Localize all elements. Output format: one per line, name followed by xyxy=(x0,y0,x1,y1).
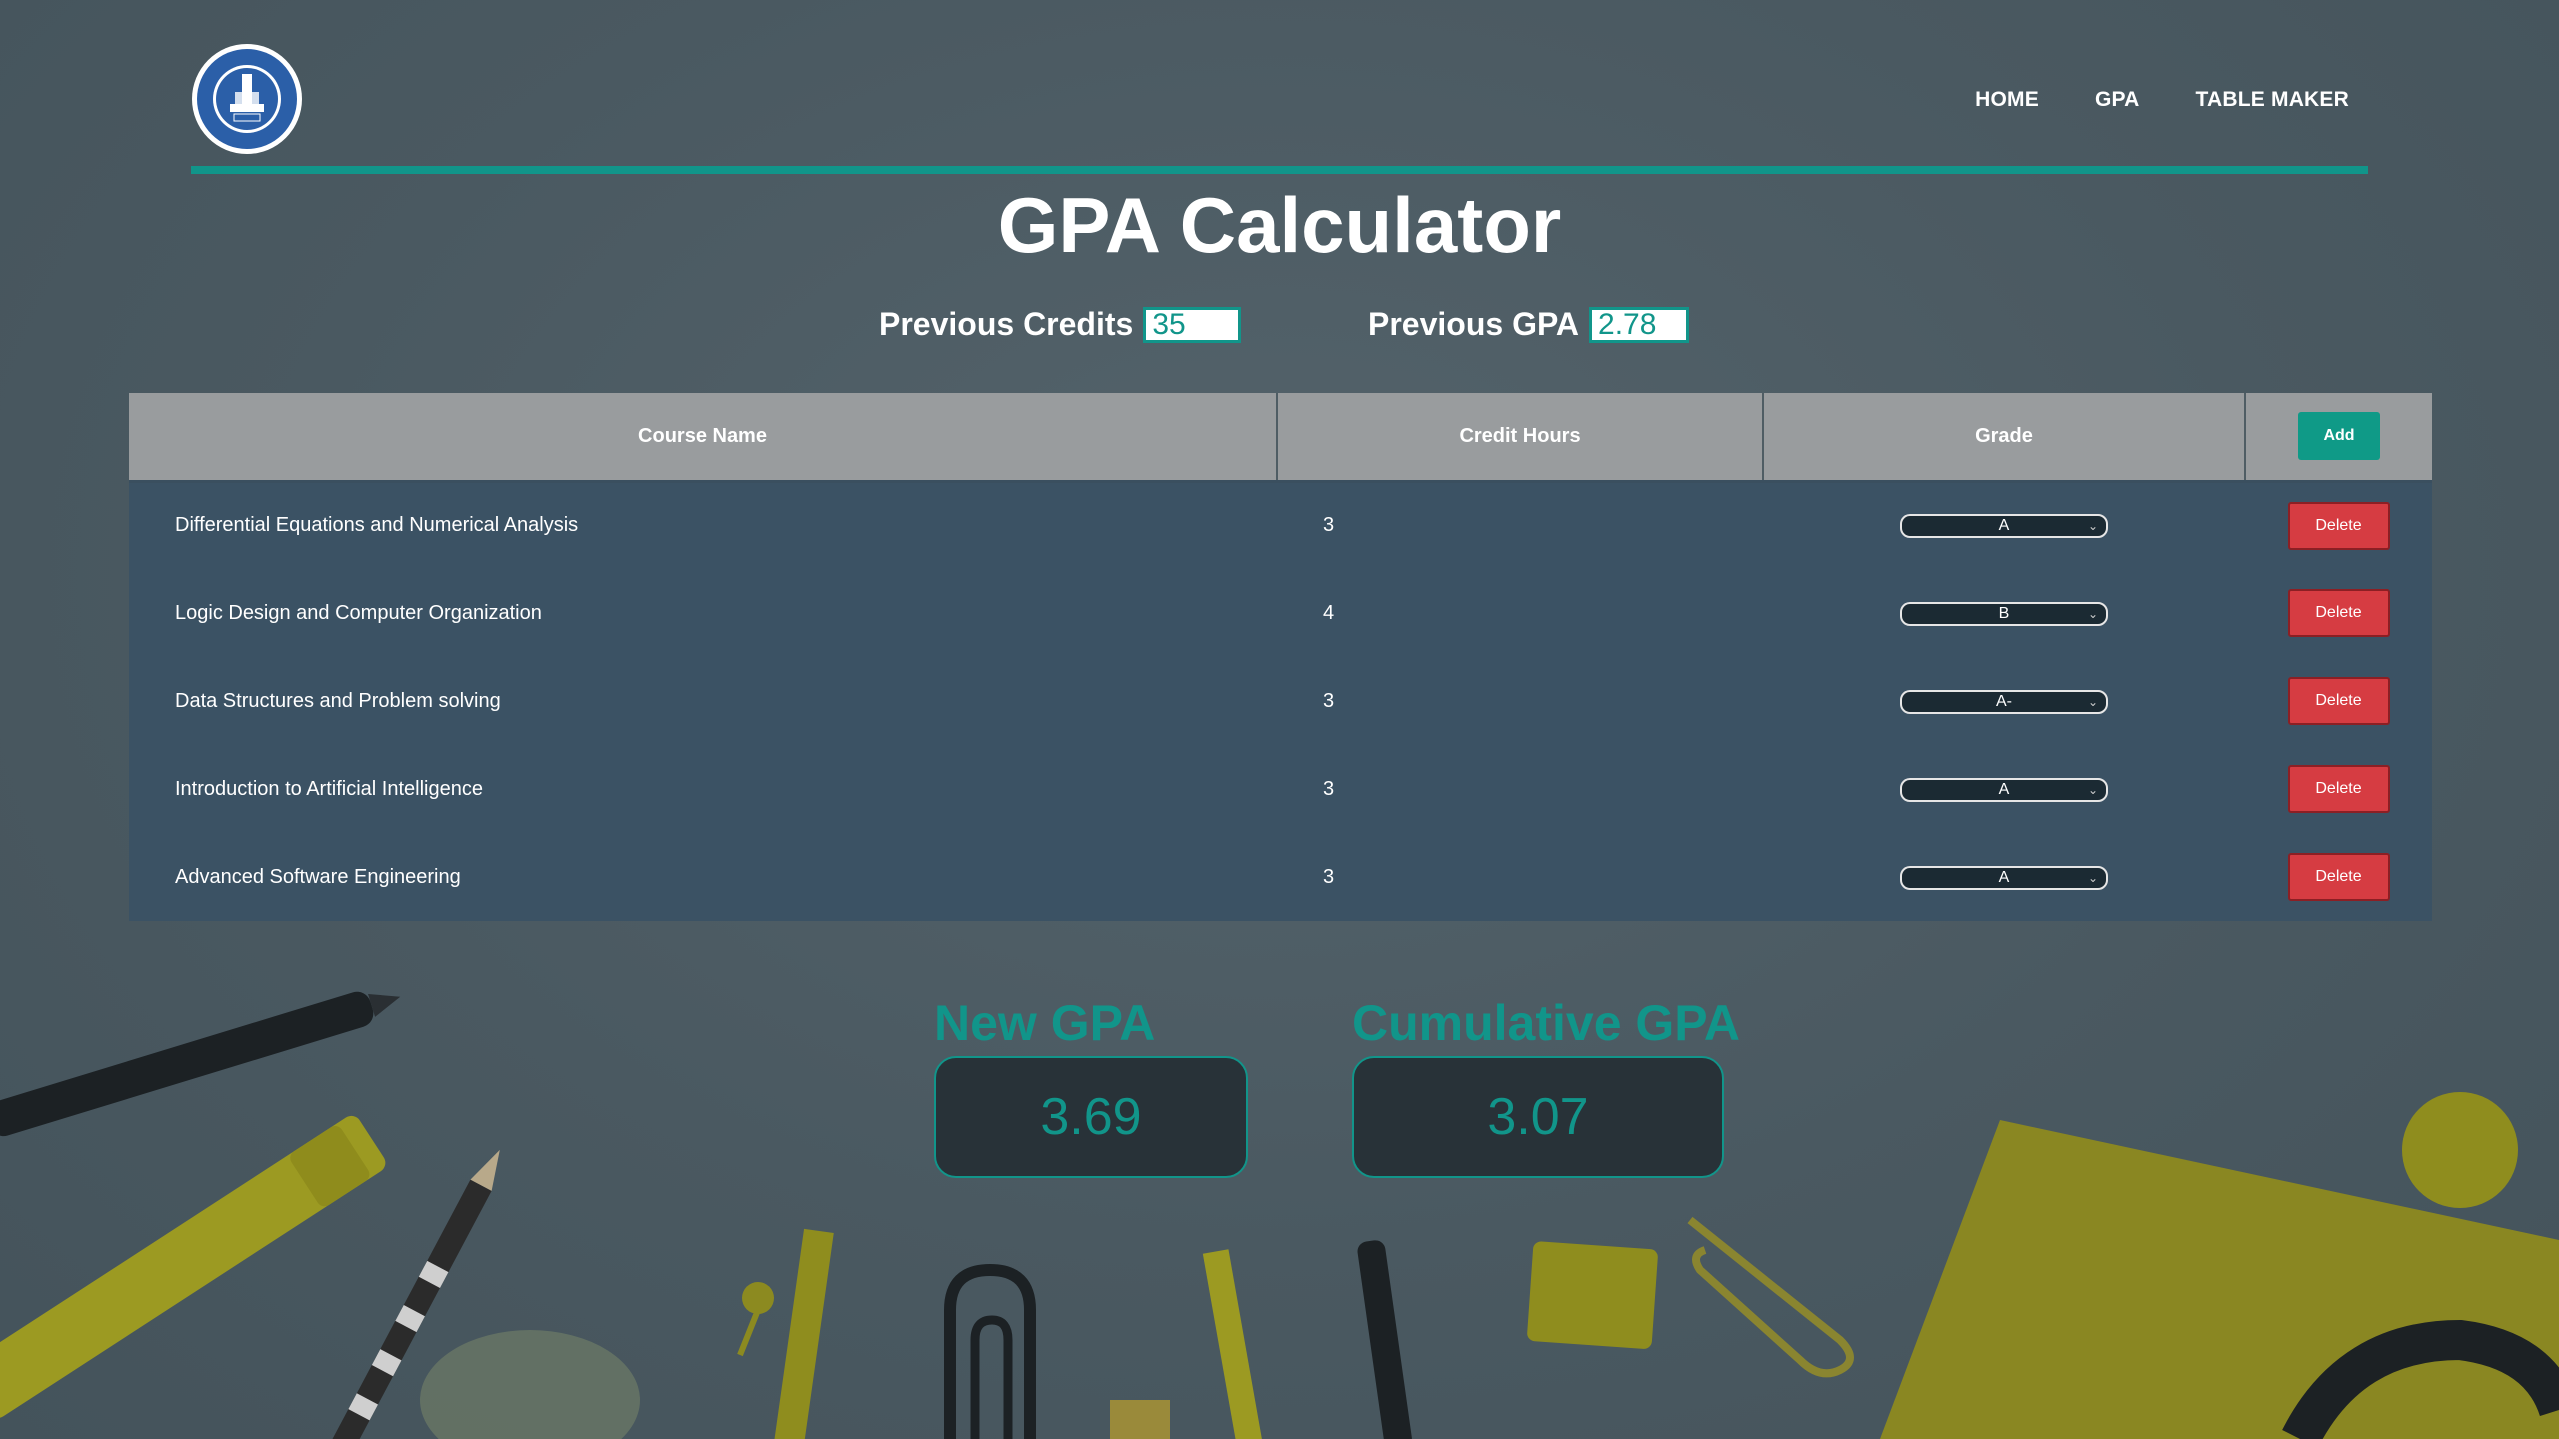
previous-gpa-input[interactable] xyxy=(1589,306,1690,343)
nav-gpa-link[interactable]: GPA xyxy=(2095,88,2140,112)
column-header-course-name: Course Name xyxy=(129,393,1278,483)
chevron-down-icon: ⌄ xyxy=(2087,870,2098,885)
delete-row-button[interactable]: Delete xyxy=(2287,677,2390,725)
courses-table: Course Name Credit Hours Grade Add Diffe… xyxy=(129,393,2432,921)
university-logo[interactable] xyxy=(190,42,304,156)
course-name-cell[interactable]: Logic Design and Computer Organization xyxy=(129,569,1277,657)
add-course-button[interactable]: Add xyxy=(2298,412,2380,461)
cumulative-gpa-output: 3.07 xyxy=(1352,1056,1724,1178)
credit-hours-cell[interactable]: 3 xyxy=(1277,833,1763,921)
credit-hours-cell[interactable]: 3 xyxy=(1277,657,1763,745)
chevron-down-icon: ⌄ xyxy=(2087,694,2098,709)
course-name-cell[interactable]: Differential Equations and Numerical Ana… xyxy=(129,481,1277,569)
action-cell: Delete xyxy=(2245,481,2432,569)
action-cell: Delete xyxy=(2245,569,2432,657)
grade-select[interactable]: A ⌄ xyxy=(1900,865,2108,890)
grade-select[interactable]: B ⌄ xyxy=(1900,601,2108,626)
grade-cell: A ⌄ xyxy=(1763,745,2245,833)
nav-home-link[interactable]: HOME xyxy=(1975,88,2039,112)
credit-hours-cell[interactable]: 3 xyxy=(1277,481,1763,569)
previous-credits-group: Previous Credits xyxy=(879,306,1242,343)
new-gpa-label: New GPA xyxy=(934,995,1156,1051)
previous-values-row: Previous Credits Previous GPA xyxy=(0,306,2559,346)
delete-row-button[interactable]: Delete xyxy=(2287,853,2390,901)
table-header-row: Course Name Credit Hours Grade Add xyxy=(129,393,2432,483)
grade-cell: A ⌄ xyxy=(1763,481,2245,569)
table-row: Logic Design and Computer Organization 4… xyxy=(129,569,2432,657)
delete-row-button[interactable]: Delete xyxy=(2287,589,2390,637)
action-cell: Delete xyxy=(2245,833,2432,921)
new-gpa-output: 3.69 xyxy=(934,1056,1248,1178)
action-cell: Delete xyxy=(2245,657,2432,745)
course-name-cell[interactable]: Data Structures and Problem solving xyxy=(129,657,1277,745)
grade-select[interactable]: A ⌄ xyxy=(1900,514,2108,539)
course-name-cell[interactable]: Advanced Software Engineering xyxy=(129,833,1277,921)
courses-table-container: Course Name Credit Hours Grade Add Diffe… xyxy=(129,393,2432,921)
previous-gpa-group: Previous GPA xyxy=(1368,306,1690,343)
action-cell: Delete xyxy=(2245,745,2432,833)
cumulative-gpa-panel: Cumulative GPA 3.07 xyxy=(1352,994,1740,1178)
chevron-down-icon: ⌄ xyxy=(2087,519,2098,534)
grade-value: A xyxy=(1998,780,2010,798)
nav-table-maker-link[interactable]: TABLE MAKER xyxy=(2196,88,2349,112)
main-navigation: HOME GPA TABLE MAKER xyxy=(1975,88,2349,112)
grade-value: A xyxy=(1998,868,2010,886)
table-row: Advanced Software Engineering 3 A ⌄ Dele… xyxy=(129,833,2432,921)
column-header-grade: Grade xyxy=(1762,393,2246,483)
credit-hours-cell[interactable]: 3 xyxy=(1277,745,1763,833)
grade-cell: A- ⌄ xyxy=(1763,657,2245,745)
cumulative-gpa-label: Cumulative GPA xyxy=(1352,995,1741,1051)
grade-value: A- xyxy=(1996,692,2012,710)
column-header-credit-hours: Credit Hours xyxy=(1276,393,1764,483)
table-row: Data Structures and Problem solving 3 A-… xyxy=(129,657,2432,745)
chevron-down-icon: ⌄ xyxy=(2087,606,2098,621)
delete-row-button[interactable]: Delete xyxy=(2287,501,2390,550)
previous-credits-input[interactable] xyxy=(1143,306,1242,343)
credit-hours-cell[interactable]: 4 xyxy=(1277,569,1763,657)
header-divider xyxy=(191,166,2368,174)
previous-credits-label: Previous Credits xyxy=(879,306,1134,342)
table-row: Differential Equations and Numerical Ana… xyxy=(129,481,2432,569)
table-row: Introduction to Artificial Intelligence … xyxy=(129,745,2432,833)
grade-select[interactable]: A ⌄ xyxy=(1900,777,2108,802)
column-header-action: Add xyxy=(2244,393,2432,483)
grade-value: A xyxy=(1998,517,2010,535)
grade-cell: A ⌄ xyxy=(1763,833,2245,921)
new-gpa-panel: New GPA 3.69 xyxy=(934,994,1248,1178)
grade-value: B xyxy=(1998,604,2010,622)
delete-row-button[interactable]: Delete xyxy=(2287,765,2390,813)
grade-cell: B ⌄ xyxy=(1763,569,2245,657)
previous-gpa-label: Previous GPA xyxy=(1368,306,1580,342)
course-name-cell[interactable]: Introduction to Artificial Intelligence xyxy=(129,745,1277,833)
grade-select[interactable]: A- ⌄ xyxy=(1900,689,2108,714)
logo-emblem-icon xyxy=(192,44,302,154)
chevron-down-icon: ⌄ xyxy=(2087,782,2098,797)
page-title: GPA Calculator xyxy=(997,181,1562,269)
